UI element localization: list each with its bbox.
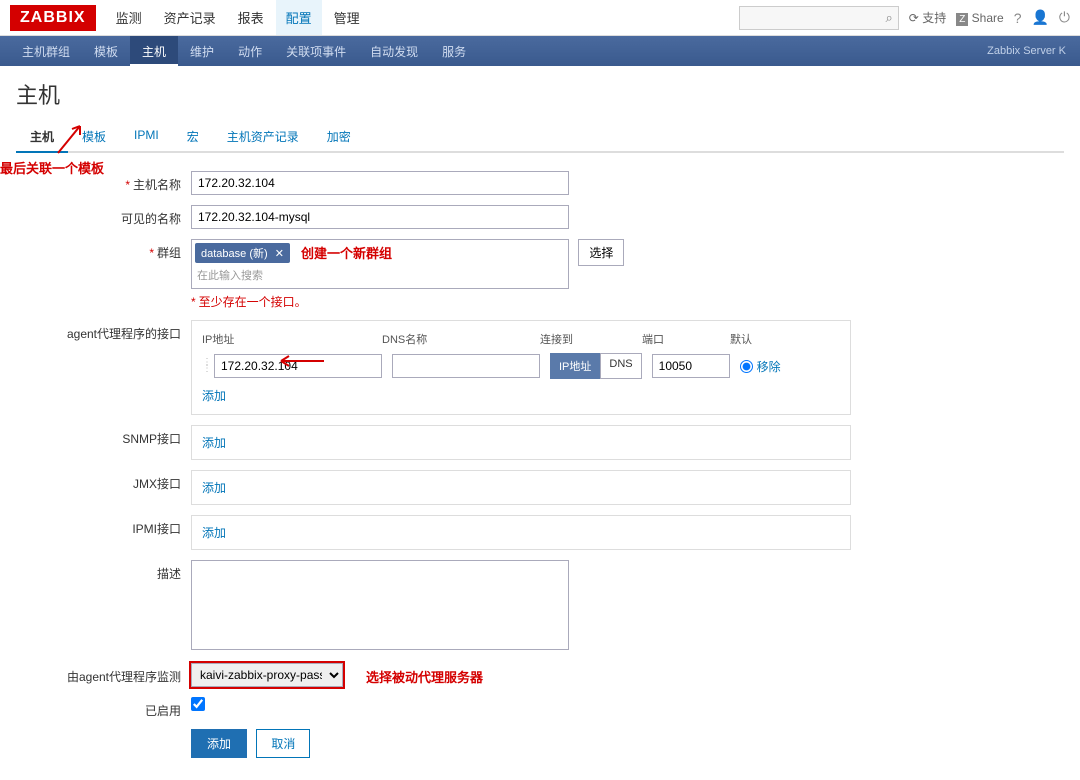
subnav-item[interactable]: 维护	[178, 36, 226, 67]
jmx-panel: 添加	[191, 470, 851, 505]
label-enabled: 已启用	[16, 697, 191, 719]
topnav-item[interactable]: 监测	[106, 0, 152, 35]
support-label: 支持	[922, 11, 946, 25]
logo: ZABBIX	[10, 5, 96, 31]
subnav-item[interactable]: 动作	[226, 36, 274, 67]
label-agent-interface: agent代理程序的接口	[16, 320, 191, 342]
label-snmp: SNMP接口	[16, 425, 191, 447]
subnav-item[interactable]: 主机群组	[10, 36, 82, 67]
interface-row: ⋮⋮⋮⋮ IP地址 DNS 移除	[202, 353, 840, 379]
row-groups: *群组 database (新) ✕ 在此输入搜索 选择 *至少存在一个接口。 …	[16, 239, 1064, 310]
page-title: 主机	[16, 78, 1064, 110]
interface-port-input[interactable]	[652, 354, 730, 378]
add-ipmi-link[interactable]: 添加	[202, 524, 226, 541]
host-name-input[interactable]	[191, 171, 569, 195]
close-icon[interactable]: ✕	[275, 248, 284, 260]
add-button[interactable]: 添加	[191, 729, 247, 758]
label-proxy: 由agent代理程序监测	[16, 663, 191, 685]
select-groups-button[interactable]: 选择	[578, 239, 624, 266]
proxy-select[interactable]: kaivi-zabbix-proxy-passive	[191, 663, 343, 687]
share-link[interactable]: Z Share	[956, 11, 1003, 25]
power-icon[interactable]: ⏻	[1059, 9, 1070, 26]
description-textarea[interactable]	[191, 560, 569, 650]
add-agent-interface-link[interactable]: 添加	[202, 387, 226, 404]
add-jmx-link[interactable]: 添加	[202, 479, 226, 496]
row-agent-interface: agent代理程序的接口 IP地址 DNS名称 连接到 端口 默认 ⋮⋮⋮⋮ I…	[16, 320, 1064, 415]
tabs: 主机模板IPMI宏主机资产记录加密	[16, 122, 1064, 153]
topnav-item[interactable]: 管理	[324, 0, 370, 35]
label-host-name: *主机名称	[16, 171, 191, 193]
row-host-name: *主机名称	[16, 171, 1064, 195]
header-ip: IP地址	[202, 331, 382, 347]
header-conn: 连接到	[540, 331, 642, 347]
enabled-checkbox[interactable]	[191, 697, 205, 711]
drag-handle-icon[interactable]: ⋮⋮⋮⋮	[202, 360, 212, 372]
subnav-item[interactable]: 主机	[130, 36, 178, 67]
row-snmp: SNMP接口 添加	[16, 425, 1064, 460]
group-chip[interactable]: database (新) ✕	[195, 243, 290, 263]
connect-to-toggle[interactable]: IP地址 DNS	[550, 353, 642, 379]
label-empty	[16, 729, 191, 734]
sub-nav: 主机群组模板主机维护动作关联项事件自动发现服务 Zabbix Server K	[0, 36, 1080, 66]
cancel-button[interactable]: 取消	[256, 729, 310, 758]
interface-headers: IP地址 DNS名称 连接到 端口 默认	[202, 331, 840, 353]
header-port: 端口	[642, 331, 730, 347]
row-visible-name: 可见的名称	[16, 205, 1064, 229]
subnav-item[interactable]: 服务	[430, 36, 478, 67]
tab[interactable]: 模板	[68, 122, 120, 153]
group-chip-label: database (新)	[201, 248, 268, 260]
subnav-item[interactable]: 关联项事件	[274, 36, 358, 67]
connect-ip-button[interactable]: IP地址	[550, 353, 600, 379]
subnav-items: 主机群组模板主机维护动作关联项事件自动发现服务	[10, 36, 478, 67]
topnav-items: 监测资产记录报表配置管理	[106, 0, 370, 35]
agent-interface-panel: IP地址 DNS名称 连接到 端口 默认 ⋮⋮⋮⋮ IP地址 DNS	[191, 320, 851, 415]
tab[interactable]: 加密	[313, 122, 365, 153]
top-nav: ZABBIX 监测资产记录报表配置管理 ⌕ ⟳ 支持 Z Share ? 👤 ⏻	[0, 0, 1080, 36]
row-proxy: 由agent代理程序监测 kaivi-zabbix-proxy-passive …	[16, 663, 1064, 687]
label-jmx: JMX接口	[16, 470, 191, 492]
topnav-item[interactable]: 报表	[228, 0, 274, 35]
page-body: 主机 主机模板IPMI宏主机资产记录加密 最后关联一个模板 *主机名称 可见的名…	[0, 66, 1080, 780]
support-link[interactable]: ⟳ 支持	[909, 9, 946, 26]
connect-dns-button[interactable]: DNS	[600, 353, 641, 379]
interface-dns-input[interactable]	[392, 354, 540, 378]
add-snmp-link[interactable]: 添加	[202, 434, 226, 451]
subnav-item[interactable]: 自动发现	[358, 36, 430, 67]
row-description: 描述	[16, 560, 1064, 653]
label-description: 描述	[16, 560, 191, 582]
remove-interface-link[interactable]: 移除	[757, 358, 781, 375]
user-icon[interactable]: 👤	[1031, 9, 1048, 26]
label-groups: *群组	[16, 239, 191, 261]
header-default: 默认	[730, 331, 790, 347]
label-visible-name: 可见的名称	[16, 205, 191, 227]
subnav-server: Zabbix Server K	[987, 45, 1070, 57]
row-ipmi: IPMI接口 添加	[16, 515, 1064, 550]
topnav-right: ⌕ ⟳ 支持 Z Share ? 👤 ⏻	[739, 6, 1070, 30]
header-dns: DNS名称	[382, 331, 540, 347]
visible-name-input[interactable]	[191, 205, 569, 229]
tab[interactable]: 主机	[16, 122, 68, 153]
snmp-panel: 添加	[191, 425, 851, 460]
tab[interactable]: 主机资产记录	[213, 122, 313, 153]
annotation-proxy: 选择被动代理服务器	[366, 667, 483, 686]
tab[interactable]: IPMI	[120, 122, 173, 153]
interface-error-text: *至少存在一个接口。	[191, 293, 624, 310]
label-ipmi: IPMI接口	[16, 515, 191, 537]
search-icon[interactable]: ⌕	[886, 10, 893, 26]
row-jmx: JMX接口 添加	[16, 470, 1064, 505]
share-label: Share	[972, 11, 1004, 25]
topnav-item[interactable]: 资产记录	[154, 0, 226, 35]
search-input[interactable]	[739, 6, 899, 30]
groups-multiselect[interactable]: database (新) ✕ 在此输入搜索	[191, 239, 569, 289]
subnav-item[interactable]: 模板	[82, 36, 130, 67]
default-radio[interactable]	[740, 360, 753, 373]
topnav-item[interactable]: 配置	[276, 0, 322, 35]
ipmi-panel: 添加	[191, 515, 851, 550]
row-submit: 添加 取消	[16, 729, 1064, 758]
groups-placeholder: 在此输入搜索	[195, 265, 565, 285]
row-enabled: 已启用	[16, 697, 1064, 719]
interface-ip-input[interactable]	[214, 354, 382, 378]
help-icon[interactable]: ?	[1014, 10, 1022, 26]
tab[interactable]: 宏	[173, 122, 213, 153]
